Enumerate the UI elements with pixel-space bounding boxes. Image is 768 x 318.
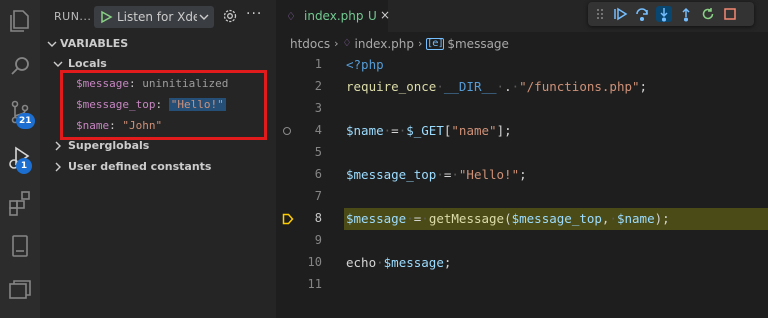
line-number: 3	[314, 101, 322, 115]
editor-area: ♢ index.php U × htdocs › ♢ index.php › […	[276, 0, 768, 318]
remote-explorer-icon[interactable]	[6, 232, 34, 260]
line-number: 4	[314, 123, 322, 137]
code-line[interactable]: 5	[276, 142, 768, 164]
code-line[interactable]: 6 $message_top·=·"Hello!";	[276, 164, 768, 186]
line-number: 5	[314, 145, 322, 159]
chevron-right-icon: ›	[417, 37, 423, 50]
php-file-icon: ♢	[342, 38, 352, 49]
line-number: 6	[314, 167, 322, 181]
drag-handle-icon[interactable]	[592, 6, 608, 22]
code-line[interactable]: 1 <?php	[276, 54, 768, 76]
code-line[interactable]: 2 require_once·__DIR__·.·"/functions.php…	[276, 76, 768, 98]
sidebar-title: RUN...	[54, 10, 92, 23]
activity-bar: 21 1	[0, 0, 40, 318]
code-line[interactable]: 9	[276, 230, 768, 252]
tab-label: index.php	[304, 9, 364, 23]
gear-icon[interactable]	[222, 8, 238, 24]
play-icon[interactable]	[99, 10, 113, 24]
superglobals-label: Superglobals	[68, 139, 150, 152]
continue-icon[interactable]	[612, 6, 628, 22]
code-line[interactable]: 11	[276, 274, 768, 296]
breadcrumb-symbol[interactable]: $message	[447, 37, 509, 51]
search-icon[interactable]	[6, 52, 34, 80]
current-execution-line[interactable]: 8 $message·=·getMessage($message_top,·$n…	[276, 208, 768, 230]
line-number: 10	[307, 255, 322, 269]
run-debug-sidebar: RUN... Listen for Xdebug ··· VARIABLES L…	[40, 0, 276, 318]
explorer-icon[interactable]	[6, 6, 34, 34]
constants-label: User defined constants	[68, 160, 212, 173]
tab-bar: ♢ index.php U ×	[276, 0, 768, 32]
code-line[interactable]: 3	[276, 98, 768, 120]
restart-icon[interactable]	[700, 6, 716, 22]
stop-icon[interactable]	[722, 6, 738, 22]
variables-section-header[interactable]: VARIABLES	[40, 34, 276, 54]
tab-index-php[interactable]: ♢ index.php U ×	[276, 0, 390, 32]
breadcrumb: htdocs › ♢ index.php › [e] $message	[290, 36, 509, 54]
more-actions-icon[interactable]: ···	[246, 6, 262, 22]
chevron-down-icon	[53, 61, 63, 67]
chevron-down-icon	[199, 14, 209, 20]
line-number: 1	[314, 57, 322, 71]
code-line[interactable]: 10 echo·$message;	[276, 252, 768, 274]
variable-symbol-icon: [e]	[426, 37, 445, 50]
code-line[interactable]: 4 $name·=·$_GET["name"];	[276, 120, 768, 142]
config-label: Listen for Xdebug	[117, 10, 197, 24]
constants-scope[interactable]: User defined constants	[40, 157, 276, 177]
step-into-icon[interactable]	[656, 6, 672, 22]
chevron-down-icon	[47, 41, 57, 47]
tab-modified-indicator: U	[368, 9, 377, 23]
panels-icon[interactable]	[6, 276, 34, 304]
debug-config-select[interactable]: Listen for Xdebug	[94, 6, 214, 28]
tab-close-icon[interactable]: ×	[380, 8, 390, 22]
chevron-right-icon	[55, 141, 61, 151]
line-number: 2	[314, 79, 322, 93]
annotation-highlight-box	[60, 70, 267, 140]
line-number: 7	[314, 189, 322, 203]
run-header: RUN... Listen for Xdebug ···	[40, 0, 276, 34]
line-number: 11	[307, 277, 322, 291]
step-out-icon[interactable]	[678, 6, 694, 22]
breadcrumb-file[interactable]: index.php	[355, 37, 414, 51]
chevron-right-icon: ›	[334, 37, 339, 50]
source-control-badge: 21	[16, 113, 35, 129]
line-number: 9	[314, 233, 322, 247]
variables-label: VARIABLES	[60, 37, 129, 50]
line-number: 8	[314, 211, 322, 225]
breadcrumb-folder[interactable]: htdocs	[290, 37, 330, 51]
extensions-icon[interactable]	[6, 188, 34, 216]
debug-badge: 1	[16, 158, 32, 174]
code-line[interactable]: 7	[276, 186, 768, 208]
debug-toolbar	[588, 2, 754, 26]
php-file-icon: ♢	[286, 10, 296, 23]
chevron-right-icon	[55, 162, 61, 172]
locals-label: Locals	[68, 57, 107, 70]
step-over-icon[interactable]	[634, 6, 650, 22]
